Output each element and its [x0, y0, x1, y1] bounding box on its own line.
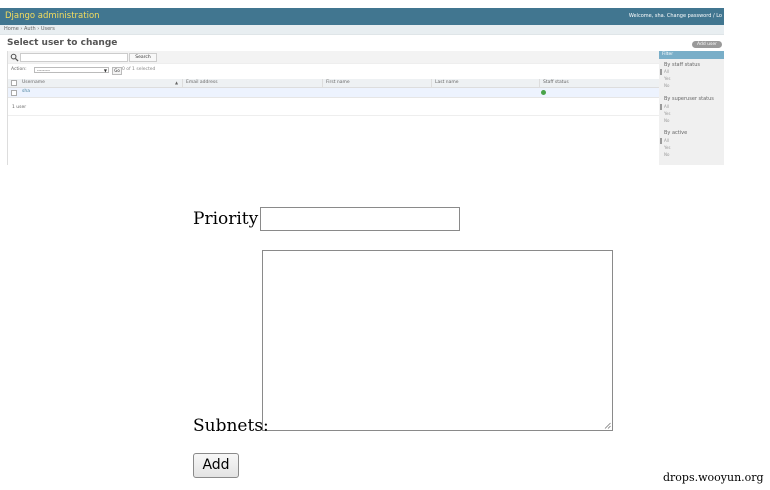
filter-option[interactable]: Yes	[664, 111, 670, 116]
go-button[interactable]: Go	[112, 67, 122, 75]
filter-option[interactable]: Yes	[664, 145, 670, 150]
filter-option[interactable]: No	[664, 152, 669, 157]
actions-bar: Action: --------- ▼ Go 0 of 1 selected	[8, 64, 659, 78]
filter-option[interactable]: Yes	[664, 76, 670, 81]
search-icon	[10, 53, 19, 62]
filter-heading-active: By active	[664, 130, 688, 136]
filter-panel: Filter By staff status All Yes No By sup…	[659, 51, 724, 165]
sort-icon[interactable]: ▲	[175, 80, 178, 85]
action-counter: 0 of 1 selected	[122, 67, 156, 72]
subnets-textarea[interactable]	[262, 250, 613, 431]
select-all-checkbox[interactable]	[11, 80, 17, 86]
filter-option[interactable]: All	[664, 138, 669, 143]
resize-handle-icon[interactable]	[603, 421, 611, 429]
add-button[interactable]: Add	[193, 453, 239, 478]
column-header-username[interactable]: Username	[22, 80, 45, 85]
priority-input[interactable]	[260, 207, 460, 231]
action-select[interactable]: --------- ▼	[34, 67, 109, 73]
page-title: Select user to change	[7, 38, 118, 48]
staff-status-yes-icon	[541, 90, 546, 95]
table-header: Username ▲ Email address First name Last…	[8, 79, 659, 88]
chevron-down-icon: ▼	[103, 68, 107, 73]
action-select-value: ---------	[37, 68, 50, 73]
filter-option[interactable]: All	[664, 69, 669, 74]
user-tools[interactable]: Welcome, sha. Change password / Lo	[629, 13, 722, 19]
filter-option[interactable]: All	[664, 104, 669, 109]
django-admin-screenshot: Django administration Welcome, sha. Chan…	[0, 0, 724, 165]
admin-branding[interactable]: Django administration	[5, 11, 100, 21]
column-header-staff-status[interactable]: Staff status	[543, 80, 569, 85]
filter-heading-superuser-status: By superuser status	[664, 96, 714, 102]
admin-header: Django administration Welcome, sha. Chan…	[0, 8, 724, 25]
username-link[interactable]: sha	[22, 89, 30, 94]
search-button[interactable]: Search	[129, 53, 157, 62]
filter-option[interactable]: No	[664, 118, 669, 123]
search-input[interactable]	[20, 53, 128, 62]
filter-heading-staff-status: By staff status	[664, 62, 701, 68]
paginator-divider	[8, 115, 659, 116]
column-header-first-name[interactable]: First name	[326, 80, 350, 85]
priority-label: Priority:	[193, 209, 264, 229]
filter-option[interactable]: No	[664, 83, 669, 88]
filter-title: Filter	[659, 51, 724, 59]
breadcrumb: Home › Auth › Users	[0, 25, 724, 35]
subnets-label: Subnets:	[193, 416, 269, 436]
watermark: drops.wooyun.org	[663, 471, 764, 484]
row-checkbox[interactable]	[11, 90, 17, 96]
table-row: sha	[8, 88, 659, 98]
changelist: Search Action: --------- ▼ Go 0 of 1 sel…	[7, 51, 659, 165]
action-label: Action:	[11, 67, 27, 72]
add-user-button[interactable]: Add user	[692, 41, 722, 48]
column-header-last-name[interactable]: Last name	[435, 80, 459, 85]
column-header-email[interactable]: Email address	[186, 80, 218, 85]
breadcrumb-text[interactable]: Home › Auth › Users	[4, 26, 55, 32]
result-count: 1 user	[12, 105, 27, 110]
search-bar: Search	[8, 51, 659, 64]
